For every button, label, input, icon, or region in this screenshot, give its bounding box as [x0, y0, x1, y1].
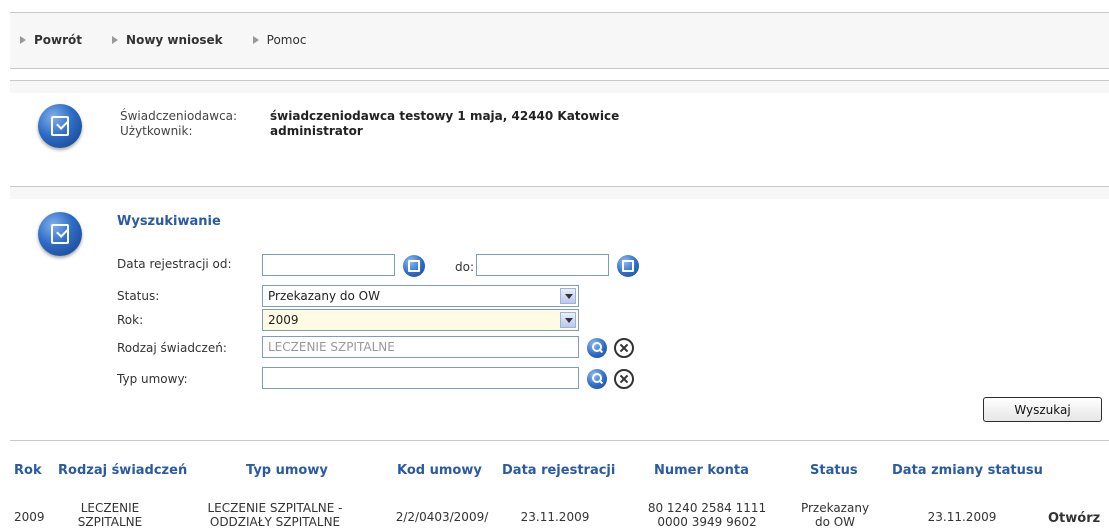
calendar-icon[interactable] [403, 255, 425, 277]
search-button[interactable]: Wyszukaj [983, 397, 1102, 422]
contract-type-label: Typ umowy: [117, 372, 188, 386]
cell-contract-code: 2/2/0403/2009/ [395, 510, 489, 524]
date-from-input[interactable] [262, 254, 395, 276]
document-edit-icon [38, 212, 82, 256]
column-header-contract-code[interactable]: Kod umowy [397, 463, 482, 478]
year-select[interactable]: 2009 [262, 309, 579, 331]
search-band [10, 187, 1109, 199]
date-to-label: do: [455, 260, 475, 274]
document-check-icon [38, 104, 82, 148]
cell-status-line2: do OW [814, 515, 856, 529]
status-select[interactable]: Przekazany do OW [262, 285, 579, 307]
search-icon[interactable] [587, 369, 607, 389]
triangle-right-icon [252, 36, 259, 44]
provider-value: świadczeniodawca testowy 1 maja, 42440 K… [270, 109, 620, 123]
user-value: administrator [270, 124, 363, 138]
year-select-value: 2009 [268, 313, 299, 327]
benefit-type-label: Rodzaj świadczeń: [117, 341, 227, 355]
nav-help-button[interactable]: Pomoc [252, 33, 306, 47]
search-icon[interactable] [587, 338, 607, 358]
open-link[interactable]: Otwórz [1048, 511, 1100, 526]
search-title: Wyszukiwanie [117, 214, 221, 229]
provider-label: Świadczeniodawca: [120, 109, 238, 123]
info-band [10, 81, 1109, 93]
date-to-input[interactable] [476, 254, 609, 276]
date-from-label: Data rejestracji od: [117, 257, 232, 271]
year-label: Rok: [117, 313, 144, 327]
cell-account-number-line1: 80 1240 2584 1111 [647, 501, 767, 515]
clear-icon[interactable] [614, 338, 634, 358]
user-label: Użytkownik: [120, 124, 193, 138]
nav-new-request-button[interactable]: Nowy wniosek [112, 33, 223, 47]
status-label: Status: [117, 289, 160, 303]
chevron-down-icon[interactable] [560, 312, 576, 328]
column-header-status[interactable]: Status [810, 463, 858, 478]
chevron-down-icon[interactable] [560, 288, 576, 304]
column-header-benefit-type[interactable]: Rodzaj świadczeń [58, 463, 187, 478]
column-header-status-change-date[interactable]: Data zmiany statusu [892, 463, 1043, 478]
column-header-year[interactable]: Rok [14, 463, 42, 478]
cell-registration-date: 23.11.2009 [520, 510, 590, 524]
cell-status-line1: Przekazany [800, 501, 870, 515]
cell-contract-type-line2: ODDZIAŁY SZPITALNE [209, 515, 341, 529]
benefit-type-input[interactable]: LECZENIE SZPITALNE [262, 336, 579, 358]
column-header-account-number[interactable]: Numer konta [654, 463, 749, 478]
clear-icon[interactable] [614, 369, 634, 389]
nav-back-button[interactable]: Powrót [20, 33, 82, 47]
top-nav: Powrót Nowy wniosek Pomoc [20, 30, 336, 50]
triangle-right-icon [112, 36, 119, 44]
cell-year: 2009 [14, 510, 45, 524]
cell-account-number-line2: 0000 3949 9602 [657, 515, 757, 529]
calendar-icon[interactable] [617, 255, 639, 277]
cell-contract-type-line1: LECZENIE SZPITALNE - [207, 501, 343, 515]
results-divider [10, 440, 1109, 441]
cell-benefit-type-line1: LECZENIE [80, 501, 140, 515]
column-header-contract-type[interactable]: Typ umowy [246, 463, 328, 478]
column-header-registration-date[interactable]: Data rejestracji [502, 463, 615, 478]
provider-info: Świadczeniodawca: świadczeniodawca testo… [120, 109, 619, 139]
cell-benefit-type-line2: SZPITALNE [77, 515, 143, 529]
contract-type-input[interactable] [262, 367, 579, 389]
triangle-right-icon [20, 36, 26, 44]
status-select-value: Przekazany do OW [268, 289, 380, 303]
cell-status-change-date: 23.11.2009 [927, 510, 997, 524]
nav-divider [10, 68, 1109, 69]
